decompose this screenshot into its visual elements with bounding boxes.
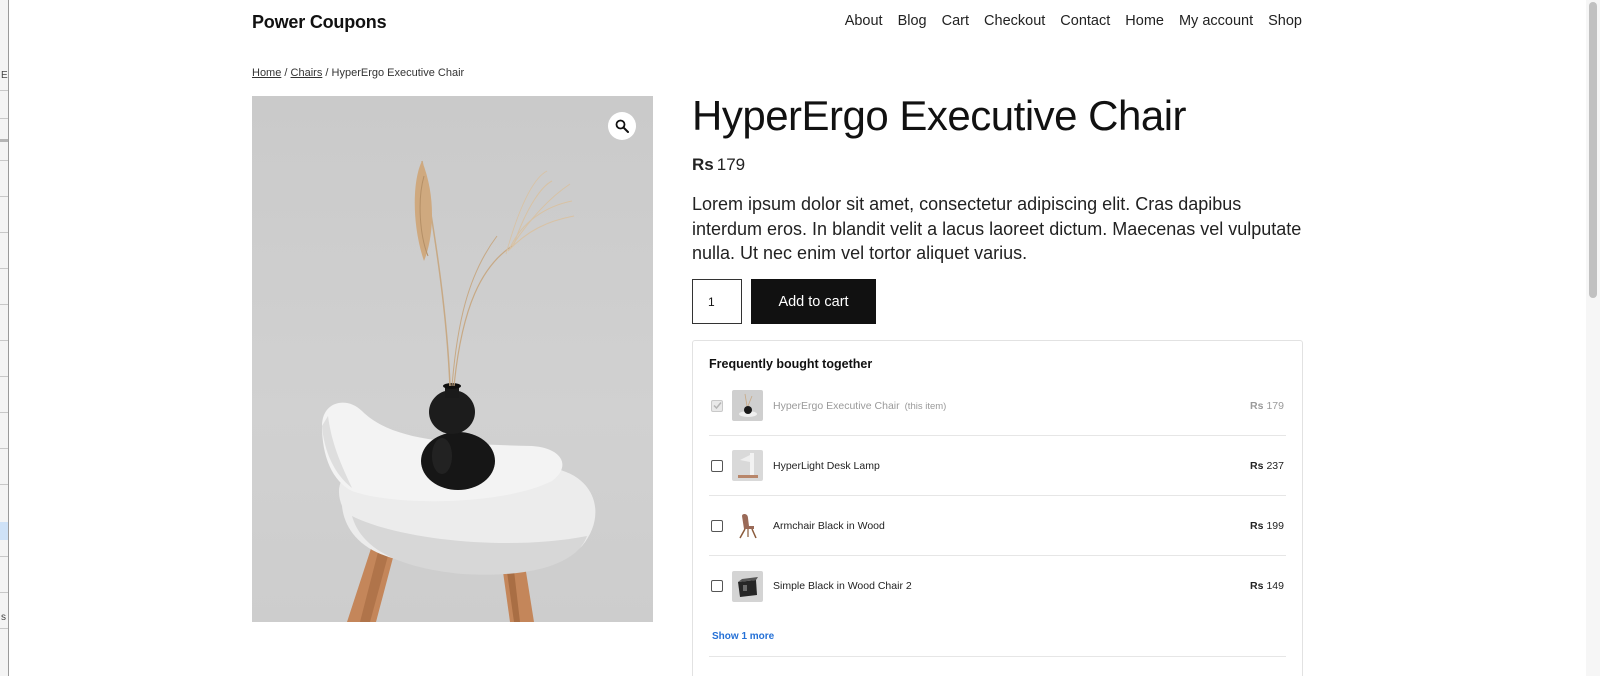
item-name: Simple Black in Wood Chair 2	[773, 580, 912, 592]
product-image[interactable]	[252, 96, 653, 622]
nav-item-shop[interactable]: Shop	[1268, 13, 1302, 29]
product-title: HyperErgo Executive Chair	[692, 92, 1187, 139]
magnifier-icon	[615, 119, 629, 133]
main-nav: About Blog Cart Checkout Contact Home My…	[845, 13, 1302, 29]
breadcrumb-category[interactable]: Chairs	[291, 67, 323, 79]
product-photo	[322, 160, 596, 622]
item-price: Rs 237	[1250, 459, 1284, 472]
product-price: Rs 179	[692, 155, 745, 175]
list-item: Simple Black in Wood Chair 2 Rs 149	[709, 556, 1286, 616]
nav-item-about[interactable]: About	[845, 13, 883, 29]
item-checkbox[interactable]	[711, 580, 723, 592]
breadcrumb-current: HyperErgo Executive Chair	[331, 67, 465, 79]
fbt-title: Frequently bought together	[709, 357, 873, 371]
frequently-bought-together: Frequently bought together HyperErgo Exe…	[692, 340, 1303, 676]
item-thumbnail	[732, 390, 763, 421]
nav-item-home[interactable]: Home	[1125, 13, 1164, 29]
product-description: Lorem ipsum dolor sit amet, consectetur …	[692, 194, 1302, 263]
show-more-link[interactable]: Show 1 more	[712, 631, 774, 642]
breadcrumb: Home / Chairs / HyperErgo Executive Chai…	[252, 67, 464, 79]
nav-item-checkout[interactable]: Checkout	[984, 13, 1045, 29]
divider	[709, 656, 1286, 657]
item-price: Rs 179	[1250, 399, 1284, 412]
zoom-button[interactable]	[608, 112, 636, 140]
item-checkbox[interactable]	[711, 459, 723, 472]
quantity-input[interactable]	[692, 279, 742, 324]
item-thumbnail	[732, 570, 763, 602]
nav-item-cart[interactable]: Cart	[942, 13, 969, 29]
breadcrumb-separator: /	[284, 67, 288, 79]
breadcrumb-home[interactable]: Home	[252, 67, 281, 79]
page-scrollbar[interactable]	[1586, 0, 1600, 676]
nav-item-contact[interactable]: Contact	[1060, 13, 1110, 29]
price-amount: 179	[716, 155, 746, 174]
scroll-thumb[interactable]	[1589, 2, 1597, 298]
adjacent-window-edge: E s	[0, 0, 9, 676]
item-thumbnail	[732, 450, 763, 481]
list-item: Armchair Black in Wood Rs 199	[709, 496, 1286, 556]
item-thumbnail	[732, 510, 763, 541]
currency-symbol: Rs	[692, 155, 714, 174]
item-checkbox[interactable]	[711, 399, 723, 412]
this-item-note: (this item)	[904, 400, 947, 412]
checkmark-icon	[712, 402, 722, 410]
item-name: Armchair Black in Wood	[773, 519, 885, 532]
list-item: HyperErgo Executive Chair (this item) Rs 1…	[709, 376, 1286, 436]
item-price: Rs 149	[1250, 580, 1284, 592]
site-title[interactable]: Power Coupons	[252, 12, 387, 33]
add-to-cart-button[interactable]: Add to cart	[751, 279, 876, 324]
item-name: HyperLight Desk Lamp	[773, 459, 880, 472]
item-name: HyperErgo Executive Chair (this item)	[773, 399, 947, 412]
breadcrumb-separator: /	[325, 67, 329, 79]
nav-item-blog[interactable]: Blog	[898, 13, 927, 29]
list-item: HyperLight Desk Lamp Rs 237	[709, 436, 1286, 496]
item-price: Rs 199	[1250, 519, 1284, 532]
item-checkbox[interactable]	[711, 519, 723, 532]
nav-item-my-account[interactable]: My account	[1179, 13, 1253, 29]
